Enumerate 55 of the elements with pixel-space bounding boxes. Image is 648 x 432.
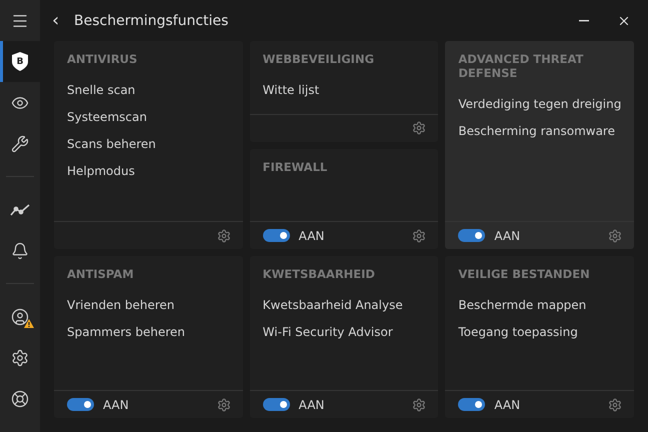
feature-link[interactable]: Kwetsbaarheid Analyse [262, 297, 403, 314]
gear-icon [608, 228, 622, 242]
settings-button[interactable] [216, 228, 231, 242]
settings-button[interactable] [412, 398, 426, 412]
settings-button[interactable] [608, 398, 622, 412]
settings-button[interactable] [412, 228, 426, 242]
sidebar-item[interactable]: B [0, 41, 40, 82]
minimize-icon [579, 20, 589, 22]
line-chart-icon [10, 202, 30, 216]
card-title: ANTIVIRUS [66, 51, 138, 66]
settings-button[interactable] [216, 398, 231, 412]
toggle-switch[interactable] [67, 398, 94, 411]
feature-link[interactable]: Snelle scan [67, 82, 136, 99]
card-title: WEBBEVEILIGING [262, 51, 376, 66]
toggle-label: AAN [298, 398, 324, 412]
feature-link[interactable]: Vrienden beheren [67, 297, 175, 314]
feature-link[interactable]: Toegang toepassing [458, 324, 578, 341]
gear-icon [216, 228, 231, 242]
feature-link[interactable]: Systeemscan [67, 109, 147, 126]
feature-link[interactable]: Scans beheren [67, 136, 156, 153]
card-title: VEILIGE BESTANDEN [457, 266, 591, 281]
toggle-switch[interactable] [262, 229, 290, 242]
feature-link[interactable]: Spammers beheren [67, 324, 185, 341]
gear-icon [608, 398, 622, 412]
toggle-label: AAN [298, 228, 324, 242]
card-title: KWETSBAARHEID [262, 266, 376, 281]
shield-icon: B [12, 52, 28, 71]
gear-icon [412, 121, 426, 135]
toggle-label: AAN [494, 398, 520, 412]
card-title: FIREWALL [262, 158, 328, 174]
back-button[interactable]: ‹ [52, 10, 62, 31]
feature-link[interactable]: Verdediging tegen dreiging [458, 96, 622, 113]
settings-button[interactable] [608, 228, 622, 242]
settings-button[interactable] [412, 121, 426, 135]
wrench-icon [11, 134, 29, 152]
toggle-label: AAN [103, 398, 129, 412]
card-title: ANTISPAM [66, 266, 135, 281]
toggle-switch[interactable] [458, 229, 486, 242]
feature-link[interactable]: Beschermde mappen [458, 297, 586, 314]
card-title: ADVANCED THREAT DEFENSE [457, 51, 584, 80]
user-icon [11, 308, 29, 326]
feature-link[interactable]: Witte lijst [262, 82, 320, 99]
page-title: Beschermingsfuncties [74, 12, 230, 28]
toggle-switch[interactable] [458, 398, 486, 411]
gear-icon [412, 228, 426, 242]
feature-link[interactable]: Helpmodus [67, 163, 135, 180]
feature-link[interactable]: Wi-Fi Security Advisor [262, 324, 393, 341]
toggle-switch[interactable] [262, 398, 290, 411]
lifebuoy-icon [11, 390, 29, 408]
settings-icon [11, 348, 29, 366]
feature-link[interactable]: Bescherming ransomware [458, 123, 615, 140]
toggle-label: AAN [494, 228, 520, 242]
gear-icon [412, 398, 426, 412]
gear-icon [216, 398, 231, 412]
bell-icon [11, 242, 29, 260]
